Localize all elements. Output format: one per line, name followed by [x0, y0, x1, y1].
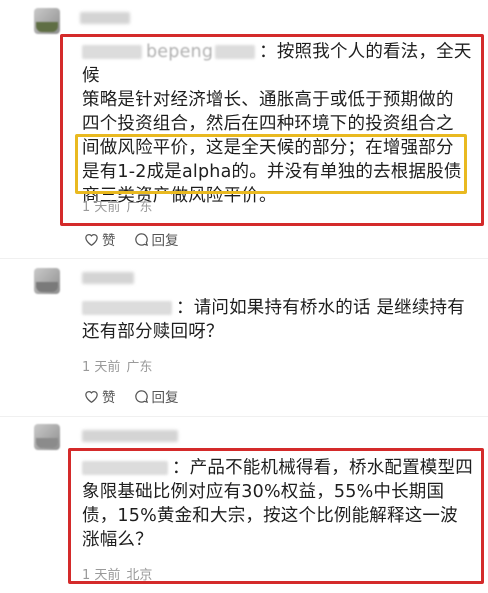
like-label: 赞: [102, 233, 116, 249]
avatar[interactable]: [34, 268, 60, 294]
reply-label: 回复: [151, 233, 179, 249]
reply-target-nick[interactable]: [82, 301, 172, 315]
like-label: 赞: [102, 390, 116, 406]
comment-text: ：请问如果持有桥水的话 是继续持有 还有部分赎回呀？: [82, 296, 482, 344]
reply-label: 回复: [151, 390, 179, 406]
comment-line: ：请问如果持有桥水的话 是继续持有: [82, 296, 482, 320]
chat-bubble-icon: [134, 232, 148, 246]
avatar[interactable]: [34, 8, 60, 34]
chat-bubble-icon: [134, 389, 148, 403]
timestamp: 1 天前: [82, 360, 121, 375]
reply-button[interactable]: 回复: [134, 229, 179, 249]
username-blurred[interactable]: [82, 430, 178, 442]
avatar[interactable]: [34, 424, 60, 450]
username-blurred[interactable]: [82, 272, 134, 284]
heart-outline-icon: [85, 391, 98, 403]
reply-button[interactable]: 回复: [134, 386, 179, 406]
highlight-box-yellow: [75, 134, 467, 194]
comment-meta: 1 天前 广东: [82, 356, 158, 375]
heart-outline-icon: [85, 234, 98, 246]
highlight-box-red: [60, 34, 484, 226]
like-button[interactable]: 赞: [84, 229, 116, 249]
highlight-box-red: [68, 448, 484, 584]
like-button[interactable]: 赞: [84, 386, 116, 406]
comment-line: 还有部分赎回呀？: [82, 322, 224, 342]
location: 广东: [126, 360, 153, 375]
divider: [0, 258, 488, 259]
divider: [0, 416, 488, 417]
username-blurred[interactable]: [80, 12, 130, 24]
comment-actions: 赞 回复: [84, 386, 179, 406]
comment-line-text: ：请问如果持有桥水的话 是继续持有: [176, 298, 465, 318]
comment-actions: 赞 回复: [84, 229, 179, 249]
